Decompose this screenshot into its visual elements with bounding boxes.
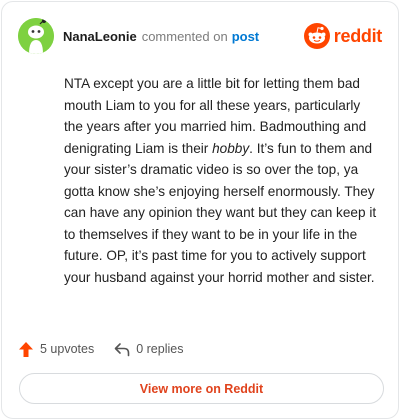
reply-button[interactable]: 0 replies <box>114 342 183 357</box>
username[interactable]: NanaLeonie <box>63 29 137 44</box>
comment-emphasis: hobby <box>212 140 250 156</box>
avatar-snoo-icon <box>18 18 54 54</box>
comment-card: NanaLeonie commented on post reddit NTA … <box>1 1 399 419</box>
comment-header: NanaLeonie commented on post reddit <box>18 17 382 55</box>
reply-count: 0 replies <box>136 342 184 356</box>
action-text: commented on <box>141 28 228 44</box>
reddit-logo-icon <box>303 23 330 49</box>
comment-text-part2: . It’s fun to them and your sister’s dra… <box>64 140 377 285</box>
byline: NanaLeonie commented on post <box>63 29 259 44</box>
view-more-button[interactable]: View more on Reddit <box>19 373 384 404</box>
upvote-button[interactable]: 5 upvotes <box>18 341 94 358</box>
upvote-arrow-icon <box>19 341 33 357</box>
post-link[interactable]: post <box>232 29 259 44</box>
upvote-count: 5 upvotes <box>40 342 95 356</box>
comment-actions: 5 upvotes 0 replies <box>18 339 183 359</box>
comment-body: NTA except you are a little bit for lett… <box>64 73 380 288</box>
reddit-logo[interactable]: reddit <box>303 23 383 49</box>
reply-icon <box>114 342 130 356</box>
logo-text: reddit <box>333 25 383 46</box>
avatar[interactable] <box>18 18 54 54</box>
